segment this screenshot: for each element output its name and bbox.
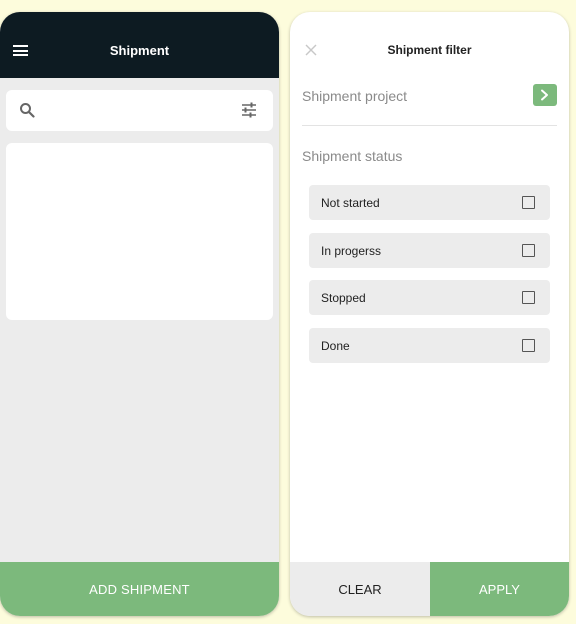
divider [302, 125, 557, 126]
status-option-done[interactable]: Done [309, 328, 550, 363]
status-option-label: Stopped [321, 291, 366, 305]
shipment-list [6, 143, 273, 320]
status-option-label: Not started [321, 196, 380, 210]
add-shipment-button[interactable]: ADD SHIPMENT [0, 562, 279, 616]
page-title: Shipment [109, 43, 170, 58]
search-icon [20, 103, 35, 118]
status-option-label: In progerss [321, 244, 382, 258]
checkbox-icon[interactable] [522, 196, 535, 209]
shipment-status-label: Shipment status [302, 148, 403, 164]
status-option-label: Done [321, 339, 350, 353]
checkbox-icon[interactable] [522, 339, 535, 352]
checkbox-icon[interactable] [522, 244, 535, 257]
filter-title: Shipment filter [387, 43, 472, 57]
shipment-screen: Shipment ADD SHIPMENT [0, 12, 279, 616]
filter-actions: CLEAR APPLY [290, 562, 569, 616]
shipment-project-button[interactable] [533, 84, 557, 106]
app-bar: Shipment [0, 12, 279, 78]
clear-button[interactable]: CLEAR [290, 562, 430, 616]
checkbox-icon[interactable] [522, 291, 535, 304]
apply-button[interactable]: APPLY [430, 562, 569, 616]
search-bar [6, 90, 273, 131]
search-input[interactable] [48, 98, 228, 122]
shipment-project-label: Shipment project [302, 88, 408, 104]
status-option-stopped[interactable]: Stopped [309, 280, 550, 315]
status-option-not-started[interactable]: Not started [309, 185, 550, 220]
tune-icon[interactable] [241, 102, 257, 118]
shipment-filter-screen: Shipment filter Shipment project Shipmen… [290, 12, 569, 616]
chevron-right-icon [541, 89, 548, 101]
status-option-in-progress[interactable]: In progerss [309, 233, 550, 268]
